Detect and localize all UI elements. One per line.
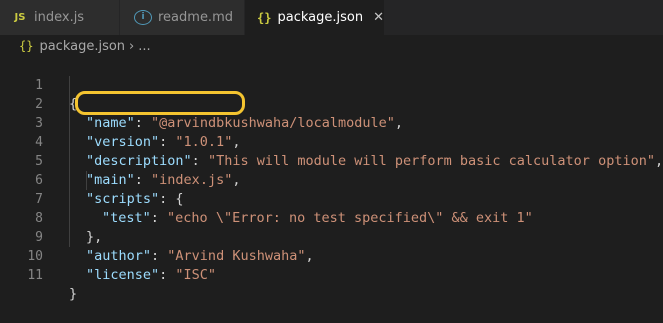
tab-label: readme.md: [158, 10, 233, 25]
json-key: "name": [86, 115, 135, 131]
code-line: 6 "scripts": {: [0, 152, 183, 207]
json-key: "description": [86, 153, 192, 169]
json-key: "author": [86, 248, 152, 264]
json-key: "main": [86, 172, 135, 188]
json-value: "Arvind Kushwaha": [167, 248, 306, 264]
line-text: }: [69, 286, 78, 302]
chevron-right-icon: ›: [129, 38, 135, 54]
json-value: "@arvindbkushwaha/localmodule": [151, 115, 395, 131]
version-highlight-annotation: [75, 91, 245, 115]
js-icon: JS: [14, 12, 26, 23]
code-line: 7 "test": "echo \"Error: no test specifi…: [0, 171, 533, 226]
code-line: 3 "version": "1.0.1",: [0, 95, 240, 150]
code-line: 5 "main": "index.js",: [0, 133, 240, 188]
json-key: "test": [102, 210, 151, 226]
code-line: 8 },: [0, 190, 102, 245]
braces-icon: {}: [257, 10, 272, 25]
info-icon: i: [134, 10, 152, 25]
code-line: 11 }: [0, 247, 77, 302]
tab-readme-md[interactable]: i readme.md: [120, 0, 245, 35]
json-trail: ,: [394, 115, 404, 131]
code-line: 10 "license": "ISC": [0, 228, 216, 283]
json-value: "This will module will perform basic cal…: [207, 153, 655, 169]
tab-label: index.js: [34, 10, 85, 25]
json-trail: {: [175, 191, 184, 207]
code-line: 2 "name": "@arvindbkushwaha/localmodule"…: [0, 76, 403, 131]
close-icon[interactable]: ✕: [373, 10, 384, 25]
json-value: "1.0.1": [175, 134, 233, 150]
json-value: "ISC": [175, 267, 217, 283]
json-value: "echo \"Error: no test specified\" && ex…: [167, 210, 533, 226]
line-number: 11: [27, 268, 43, 283]
breadcrumb-ellipsis[interactable]: ...: [138, 39, 150, 54]
json-trail: ,: [232, 134, 241, 150]
tab-label: package.json: [277, 10, 364, 25]
json-value: "index.js": [151, 172, 233, 188]
code-editor[interactable]: 1 { 2 "name": "@arvindbkushwaha/localmod…: [0, 57, 663, 302]
braces-icon: {}: [19, 39, 34, 53]
json-key: "version": [86, 134, 160, 150]
tab-package-json[interactable]: {} package.json ✕: [245, 0, 385, 35]
json-key: "license": [86, 267, 160, 283]
json-trail: ,: [305, 248, 314, 264]
code-line: 9 "author": "Arvind Kushwaha",: [0, 209, 313, 264]
tab-bar: JS index.js i readme.md {} package.json …: [0, 0, 663, 35]
tab-index-js[interactable]: JS index.js: [0, 0, 120, 35]
breadcrumb: {} package.json › ...: [0, 35, 663, 57]
line-text: },: [86, 229, 103, 245]
json-key: "scripts": [86, 191, 160, 207]
json-trail: ,: [232, 172, 241, 188]
code-line: 1 {: [0, 57, 77, 112]
json-trail: ,: [654, 153, 663, 169]
code-line: 4 "description": "This will module will …: [0, 114, 663, 169]
breadcrumb-file[interactable]: package.json: [39, 39, 125, 54]
